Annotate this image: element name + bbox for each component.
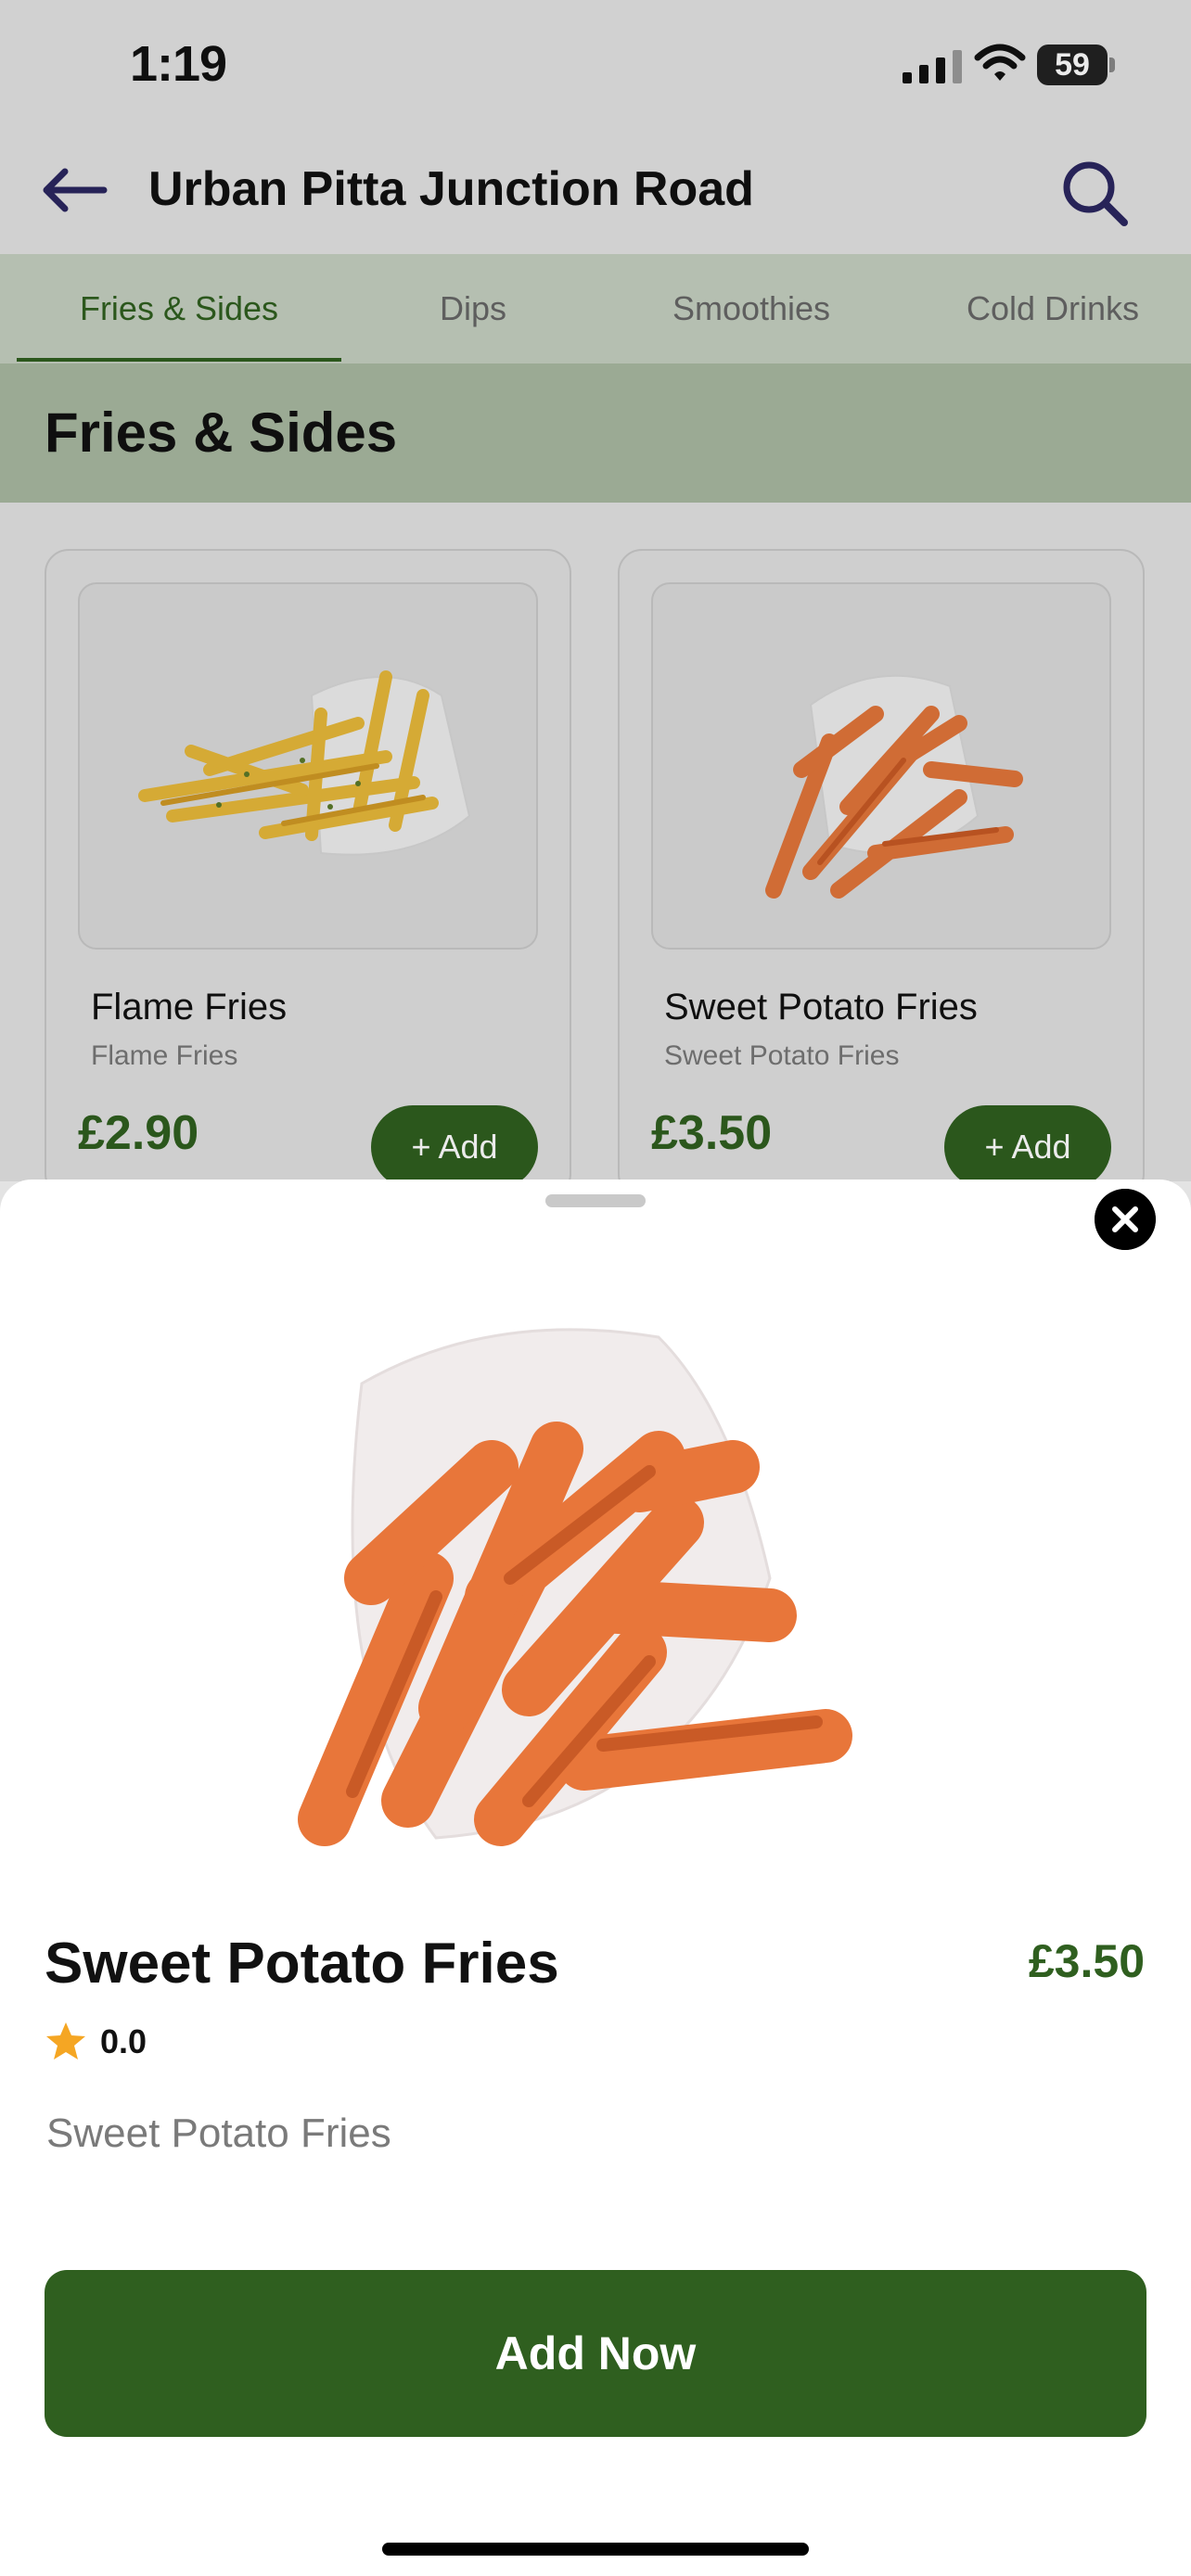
sheet-grabber[interactable] [545,1194,646,1207]
add-now-button[interactable]: Add Now [45,2270,1146,2437]
rating-value: 0.0 [100,2022,147,2060]
detail-product-price: £3.50 [1028,1935,1145,1987]
star-icon [46,2022,85,2060]
product-detail-sheet: Sweet Potato Fries £3.50 0.0 Sweet Potat… [0,1180,1191,2576]
home-indicator [382,2543,809,2556]
rating: 0.0 [45,2018,147,2066]
detail-description: Sweet Potato Fries [46,2111,391,2156]
detail-product-name: Sweet Potato Fries [45,1932,559,1996]
dim-overlay[interactable] [0,0,1191,1181]
product-hero-image [298,1328,852,1846]
close-icon[interactable] [1095,1189,1156,1250]
